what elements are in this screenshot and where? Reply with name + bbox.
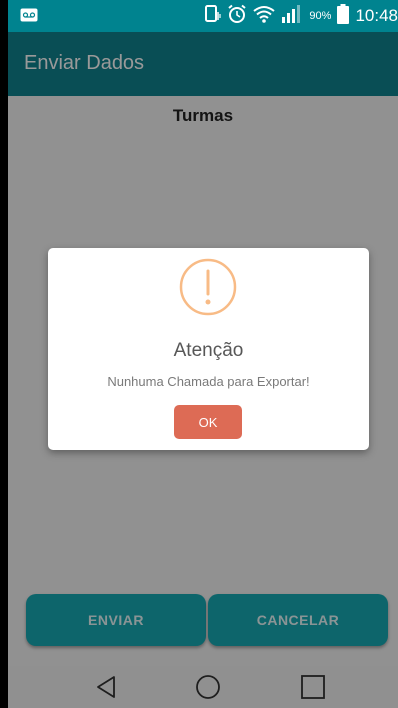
- screen: 90% 10:48 Enviar Dados Turmas ENVIAR CAN…: [8, 0, 398, 708]
- alert-dialog: Atenção Nunhuma Chamada para Exportar! O…: [48, 248, 369, 450]
- voicemail-icon: [20, 7, 38, 26]
- dialog-title: Atenção: [173, 340, 244, 361]
- wifi-icon: [253, 5, 276, 27]
- dialog-message: Nunhuma Chamada para Exportar!: [107, 374, 310, 389]
- warning-icon: [179, 258, 237, 316]
- battery-percent: 90%: [309, 10, 332, 22]
- status-bar: 90% 10:48: [8, 0, 398, 32]
- ok-button[interactable]: OK: [174, 405, 242, 439]
- alarm-icon: [227, 4, 247, 28]
- signal-icon: [281, 5, 303, 27]
- battery-icon: [337, 4, 350, 28]
- vibrate-icon: [203, 4, 222, 28]
- clock: 10:48: [355, 6, 398, 25]
